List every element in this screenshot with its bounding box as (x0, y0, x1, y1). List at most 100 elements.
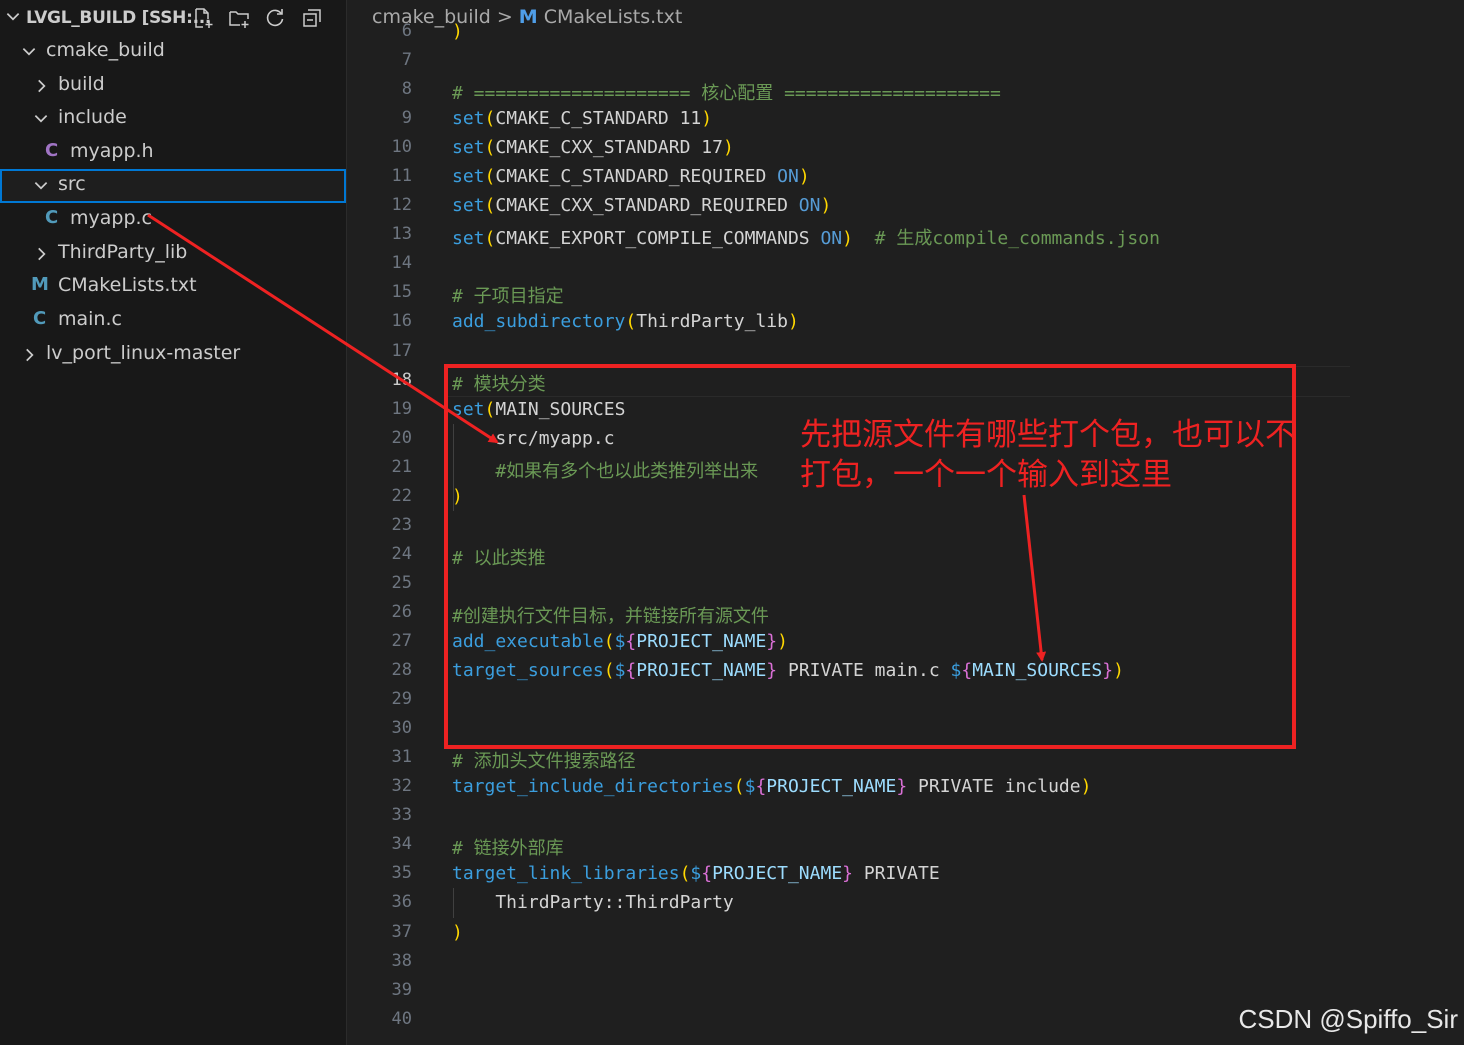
tree-folder-cmake-build[interactable]: cmake_build (0, 35, 346, 69)
line-code[interactable]: # 添加头文件搜索路径 (452, 747, 636, 773)
line-code[interactable]: # 链接外部库 (452, 834, 564, 860)
code-line[interactable]: 12 set(CMAKE_CXX_STANDARD_REQUIRED ON) (347, 193, 1464, 222)
line-code[interactable]: set(CMAKE_CXX_STANDARD_REQUIRED ON) (452, 195, 831, 216)
collapse-all-icon[interactable] (300, 6, 324, 30)
line-number: 32 (391, 776, 412, 797)
line-number: 19 (391, 398, 412, 419)
line-code[interactable]: #创建执行文件目标，并链接所有源文件 (452, 602, 769, 628)
code-line[interactable]: 31 # 添加头文件搜索路径 (347, 745, 1464, 774)
code-line[interactable]: 38 (347, 949, 1464, 978)
line-number: 21 (391, 456, 412, 477)
code-line[interactable]: 28 target_sources(${PROJECT_NAME} PRIVATE… (347, 658, 1464, 687)
code-line[interactable]: 15 # 子项目指定 (347, 280, 1464, 309)
line-number: 17 (391, 340, 412, 361)
tree-folder-build[interactable]: build (0, 69, 346, 103)
line-number: 9 (401, 108, 412, 129)
line-number: 16 (391, 311, 412, 332)
line-number: 31 (391, 747, 412, 768)
line-number: 11 (391, 166, 412, 187)
tree-label: build (58, 73, 105, 95)
line-code[interactable]: # ==================== 核心配置 ============… (452, 79, 1001, 105)
explorer-sidebar: LVGL_BUILD [SSH:... cmake_build build in… (0, 0, 346, 1045)
code-line[interactable]: 14 (347, 251, 1464, 280)
code-line[interactable]: 29 (347, 687, 1464, 716)
chevron-right-icon (26, 348, 34, 362)
line-code[interactable]: set(CMAKE_C_STANDARD_REQUIRED ON) (452, 166, 810, 187)
code-line[interactable]: 39 (347, 978, 1464, 1007)
line-number: 14 (391, 253, 412, 274)
line-code[interactable]: target_include_directories(${PROJECT_NAM… (452, 776, 1091, 797)
code-line[interactable]: 9 set(CMAKE_C_STANDARD 11) (347, 106, 1464, 135)
line-number: 7 (401, 50, 412, 70)
line-code[interactable]: target_sources(${PROJECT_NAME} PRIVATE m… (452, 660, 1124, 681)
code-line[interactable]: 25 (347, 571, 1464, 600)
chevron-down-icon (34, 115, 48, 123)
code-line[interactable]: 11 set(CMAKE_C_STANDARD_REQUIRED ON) (347, 164, 1464, 193)
tree-label: myapp.c (70, 207, 153, 229)
line-number: 38 (391, 950, 412, 971)
line-code[interactable]: src/myapp.c (452, 428, 614, 449)
code-line[interactable]: 24 # 以此类推 (347, 542, 1464, 571)
line-number: 10 (391, 137, 412, 158)
chevron-down-icon[interactable] (4, 8, 22, 26)
code-line[interactable]: 35 target_link_libraries(${PROJECT_NAME} … (347, 861, 1464, 890)
code-line[interactable]: 27 add_executable(${PROJECT_NAME}) (347, 629, 1464, 658)
line-number: 6 (401, 20, 412, 41)
line-number: 35 (391, 863, 412, 884)
tree-file-cmakelists[interactable]: M CMakeLists.txt (0, 270, 346, 304)
tree-folder-include[interactable]: include (0, 102, 346, 136)
code-line[interactable]: 30 (347, 716, 1464, 745)
line-code[interactable]: ) (452, 486, 463, 507)
line-code[interactable]: set(CMAKE_C_STANDARD 11) (452, 108, 712, 129)
tree-file-myapp-h[interactable]: C myapp.h (0, 136, 346, 170)
line-code[interactable]: set(CMAKE_CXX_STANDARD 17) (452, 137, 734, 158)
line-code[interactable]: # 模块分类 (452, 370, 546, 396)
code-line[interactable]: 32 target_include_directories(${PROJECT_N… (347, 774, 1464, 803)
code-line[interactable]: 34 # 链接外部库 (347, 832, 1464, 861)
line-code[interactable]: add_executable(${PROJECT_NAME}) (452, 631, 788, 652)
c-file-icon: C (45, 140, 59, 161)
tree-file-main-c[interactable]: C main.c (0, 304, 346, 338)
line-number: 36 (391, 892, 412, 913)
new-folder-icon[interactable] (227, 6, 251, 30)
line-number: 25 (391, 572, 412, 593)
code-line[interactable]: 7 (347, 48, 1464, 77)
tree-folder-src[interactable]: src (0, 169, 346, 203)
code-line[interactable]: 8 # ==================== 核心配置 ===========… (347, 77, 1464, 106)
code-line[interactable]: 13 set(CMAKE_EXPORT_COMPILE_COMMANDS ON) … (347, 222, 1464, 251)
line-code[interactable]: set(CMAKE_EXPORT_COMPILE_COMMANDS ON) # … (452, 224, 1160, 250)
line-number: 39 (391, 979, 412, 1000)
tree-label: include (58, 106, 127, 128)
line-code[interactable]: add_subdirectory(ThirdParty_lib) (452, 311, 799, 332)
tree-folder-lv-port-linux-master[interactable]: lv_port_linux-master (0, 338, 346, 372)
tree-file-myapp-c[interactable]: C myapp.c (0, 203, 346, 237)
explorer-title[interactable]: LVGL_BUILD [SSH:... (26, 8, 211, 28)
tree-label: src (58, 173, 86, 195)
line-code[interactable]: # 子项目指定 (452, 282, 564, 308)
line-code[interactable]: target_link_libraries(${PROJECT_NAME} PR… (452, 863, 940, 884)
code-line[interactable]: 16 add_subdirectory(ThirdParty_lib) (347, 309, 1464, 338)
code-line[interactable]: 26 #创建执行文件目标，并链接所有源文件 (347, 600, 1464, 629)
code-editor[interactable]: cmake_build > M CMakeLists.txt 6) 7 8 # ======… (347, 0, 1464, 1045)
line-code[interactable]: ThirdParty::ThirdParty (452, 892, 733, 913)
code-line[interactable]: 18 # 模块分类 (347, 368, 1464, 397)
line-code[interactable]: # 以此类推 (452, 544, 546, 570)
code-line[interactable]: 10 set(CMAKE_CXX_STANDARD 17) (347, 135, 1464, 164)
line-code[interactable]: set(MAIN_SOURCES (452, 399, 625, 420)
code-line[interactable]: 6) (347, 19, 1464, 48)
tree-folder-thirdparty-lib[interactable]: ThirdParty_lib (0, 237, 346, 271)
chevron-down-icon (22, 48, 36, 56)
code-line[interactable]: 37) (347, 920, 1464, 949)
line-code[interactable]: ) (452, 922, 463, 943)
watermark: CSDN @Spiffo_Sir (1238, 1004, 1458, 1034)
line-code[interactable]: #如果有多个也以此类推列举出来 (452, 457, 758, 483)
line-number: 23 (391, 514, 412, 535)
chevron-down-icon (34, 182, 48, 190)
new-file-icon[interactable] (191, 6, 215, 30)
line-code[interactable]: ) (452, 21, 463, 42)
code-line[interactable]: 36 ThirdParty::ThirdParty (347, 890, 1464, 919)
code-line[interactable]: 33 (347, 803, 1464, 832)
refresh-icon[interactable] (263, 6, 287, 30)
code-line[interactable]: 17 (347, 339, 1464, 368)
code-line[interactable]: 23 (347, 513, 1464, 542)
